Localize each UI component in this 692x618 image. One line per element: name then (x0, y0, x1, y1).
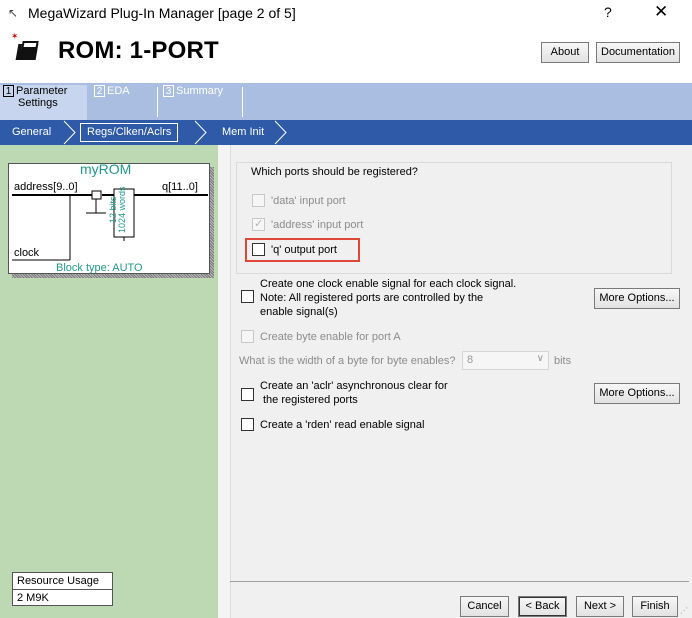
aclr-label-line1: Create an 'aclr' asynchronous clear for (260, 380, 448, 392)
aclr-label-line2: the registered ports (263, 394, 358, 406)
tab-label: Parameter (16, 85, 68, 97)
tab-number: 1 (3, 85, 14, 97)
page-title: ROM: 1-PORT (58, 37, 219, 64)
rom-chip-icon: ✶ (11, 31, 43, 63)
byte-enable-checkbox[interactable] (241, 330, 254, 343)
q-output-port-label: 'q' output port (271, 244, 337, 256)
back-button[interactable]: < Back (518, 596, 567, 617)
resource-usage-table: Resource Usage 2 M9K (12, 572, 113, 606)
byte-width-unit: bits (554, 355, 572, 367)
rden-checkbox[interactable] (241, 418, 254, 431)
rden-label: Create a 'rden' read enable signal (260, 419, 425, 431)
close-button[interactable]: ✕ (654, 2, 668, 22)
resource-usage-header: Resource Usage (13, 573, 112, 590)
tab-number: 3 (163, 85, 174, 97)
q-output-port-checkbox[interactable] (252, 243, 265, 256)
breadcrumb-general[interactable]: General (12, 126, 51, 138)
clock-enable-label-line2: Note: All registered ports are controlle… (260, 292, 484, 304)
address-port-label: 'address' input port (271, 219, 364, 231)
block-diagram: myROM address[9..0] q[11..0] clock 12 bi… (8, 161, 214, 279)
registered-ports-title: Which ports should be registered? (248, 166, 421, 178)
byte-width-label: What is the width of a byte for byte ena… (239, 355, 456, 367)
data-port-checkbox[interactable] (252, 194, 265, 207)
clock-enable-more-options-button[interactable]: More Options... (594, 288, 680, 309)
cancel-button[interactable]: Cancel (460, 596, 509, 617)
breadcrumb-regs-clken-aclrs[interactable]: Regs/Clken/Aclrs (80, 123, 179, 142)
resize-grip-icon[interactable]: ⋰ (680, 606, 688, 615)
left-pane: myROM address[9..0] q[11..0] clock 12 bi… (0, 145, 218, 618)
scrollbar[interactable] (218, 145, 231, 618)
chevron-down-icon: ∨ (536, 353, 544, 364)
title-bar: ↖ MegaWizard Plug-In Manager [page 2 of … (0, 0, 692, 27)
tab-summary[interactable]: 3 Summary (160, 85, 242, 120)
wizard-header: ✶ ROM: 1-PORT About Documentation (0, 27, 692, 79)
data-port-label: 'data' input port (271, 195, 346, 207)
resource-usage-value: 2 M9K (17, 592, 49, 604)
next-button[interactable]: Next > (576, 596, 624, 617)
byte-width-value: 8 (467, 354, 474, 366)
diagram-block-type: Block type: AUTO (56, 262, 143, 274)
window-title: MegaWizard Plug-In Manager [page 2 of 5] (28, 5, 296, 21)
tab-parameter-settings[interactable]: 1 Parameter Settings (0, 85, 87, 120)
app-icon: ↖ (8, 6, 19, 20)
address-port-checkbox[interactable]: ✓ (252, 218, 265, 231)
clock-enable-label-line1: Create one clock enable signal for each … (260, 278, 517, 290)
tab-label: Summary (176, 85, 224, 97)
diagram-input-address: address[9..0] (14, 181, 78, 193)
tab-label: EDA (107, 85, 130, 97)
about-button[interactable]: About (541, 42, 589, 63)
settings-panel: Which ports should be registered? 'data'… (218, 145, 692, 618)
tab-bar: 1 Parameter Settings 2 EDA 3 Summary (0, 83, 692, 120)
tab-label-line2: Settings (18, 97, 58, 109)
footer-divider (230, 581, 689, 582)
breadcrumb-chevron-icon (63, 120, 76, 145)
breadcrumb: General Regs/Clken/Aclrs Mem Init (0, 120, 692, 145)
aclr-more-options-button[interactable]: More Options... (594, 383, 680, 404)
clock-enable-checkbox[interactable] (241, 290, 254, 303)
breadcrumb-chevron-icon (274, 120, 287, 145)
checkmark-icon: ✓ (254, 218, 264, 230)
aclr-checkbox[interactable] (241, 388, 254, 401)
breadcrumb-mem-init[interactable]: Mem Init (222, 126, 264, 138)
diagram-mem-words: 1024 words (117, 186, 127, 233)
documentation-button[interactable]: Documentation (596, 42, 680, 63)
help-button[interactable]: ? (604, 4, 612, 20)
diagram-input-clock: clock (14, 247, 40, 259)
tab-number: 2 (94, 85, 105, 97)
breadcrumb-chevron-icon (194, 120, 207, 145)
finish-button[interactable]: Finish (632, 596, 678, 617)
diagram-title: myROM (80, 161, 132, 177)
clock-enable-label-line3: enable signal(s) (260, 306, 338, 318)
byte-enable-label: Create byte enable for port A (260, 331, 401, 343)
tab-eda[interactable]: 2 EDA (91, 85, 157, 120)
diagram-output-q: q[11..0] (162, 181, 198, 193)
byte-width-select[interactable]: 8 ∨ (462, 351, 549, 370)
